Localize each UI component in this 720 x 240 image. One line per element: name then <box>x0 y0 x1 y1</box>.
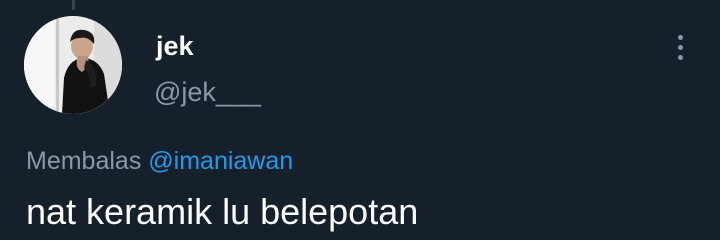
more-vertical-icon-dot <box>677 54 683 60</box>
author-display-name[interactable]: jek <box>156 30 194 62</box>
more-vertical-icon-dot <box>677 44 683 50</box>
user-avatar[interactable] <box>24 16 122 114</box>
thread-connector-line <box>72 0 75 10</box>
reply-mention-link[interactable]: @imaniawan <box>148 147 293 175</box>
tweet-text: nat keramik lu belepotan <box>26 191 419 232</box>
more-vertical-icon-dot <box>677 34 683 40</box>
more-options-button[interactable] <box>664 30 696 64</box>
replying-to-line: Membalas @imaniawan <box>26 146 293 176</box>
author-handle[interactable]: @jek___ <box>154 76 261 108</box>
avatar-photo-icon <box>24 16 122 114</box>
replying-to-label: Membalas <box>26 147 142 175</box>
tweet-card[interactable]: jek @jek___ Membalas @imaniawan nat kera… <box>0 0 720 240</box>
